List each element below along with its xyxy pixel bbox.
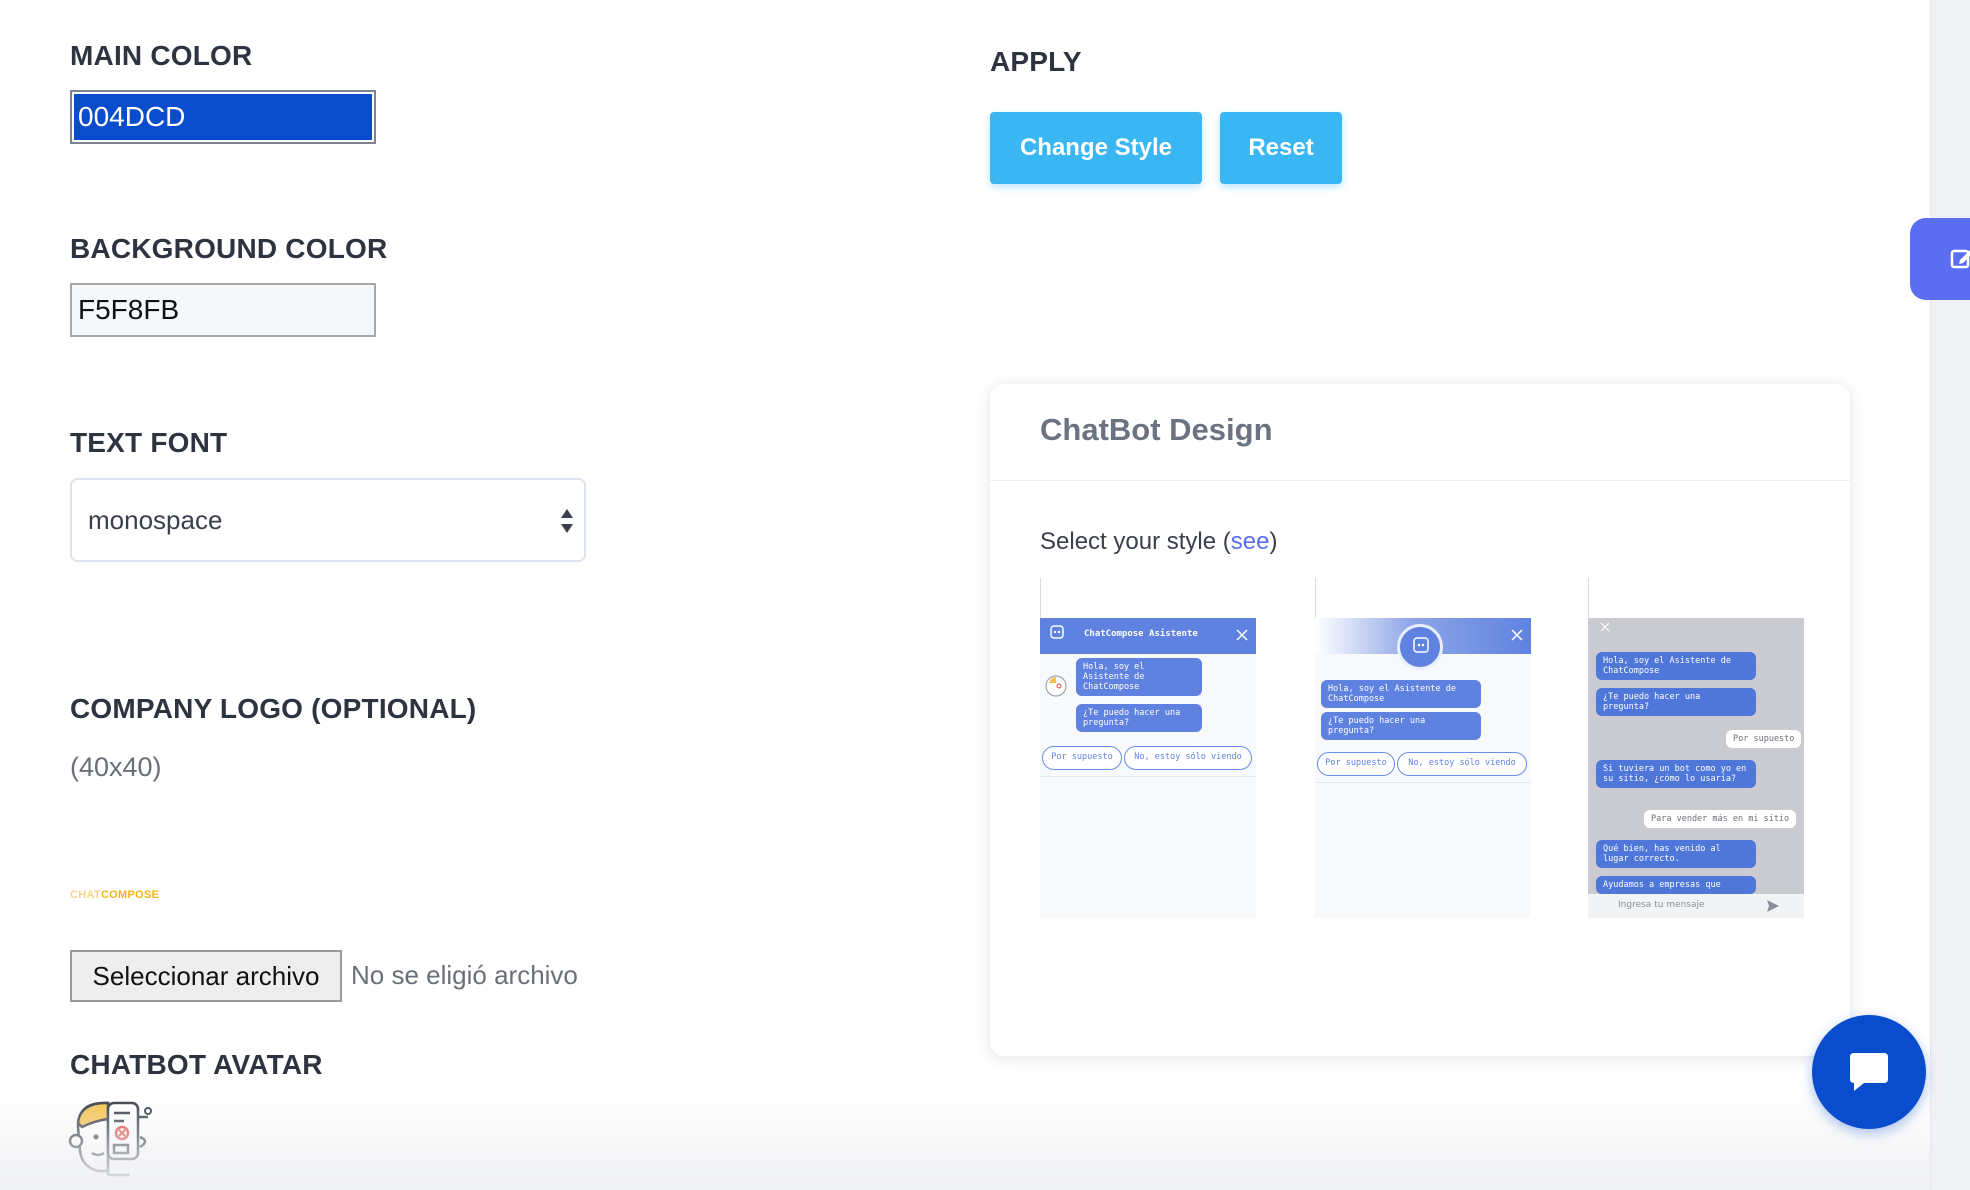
style-settings-page: MAIN COLOR 004DCD BACKGROUND COLOR F5F8F…: [0, 0, 1970, 1190]
preview-bot-message: Si tuviera un bot como yo en su sitio, ¿…: [1596, 760, 1756, 788]
page-scrollbar-gutter: [1930, 0, 1970, 1190]
main-color-input[interactable]: 004DCD: [70, 90, 376, 144]
select-style-prefix: Select your style (: [1040, 528, 1231, 555]
preview-bot-message: ¿Te puedo hacer una pregunta?: [1321, 712, 1481, 740]
close-icon: [1236, 629, 1248, 641]
reset-button[interactable]: Reset: [1220, 112, 1342, 184]
divider: [1588, 578, 1589, 618]
company-logo-label: COMPANY LOGO (OPTIONAL): [70, 693, 477, 724]
preview-avatar: [1397, 624, 1443, 670]
select-style-suffix: ): [1269, 528, 1278, 555]
chatbot-avatar-label: CHATBOT AVATAR: [70, 1049, 323, 1080]
preview-input-bar: Ingresa tu mensaje: [1588, 894, 1804, 918]
style-option-1[interactable]: ChatCompose Asistente Hola, soy el Asist…: [1040, 578, 1256, 918]
apply-label: APPLY: [990, 46, 1082, 77]
choose-file-button[interactable]: Seleccionar archivo: [70, 950, 342, 1002]
style-option-3[interactable]: Hola, soy el Asistente de ChatCompose ¿T…: [1588, 578, 1804, 918]
see-link[interactable]: see: [1231, 528, 1270, 555]
change-style-button[interactable]: Change Style: [990, 112, 1202, 184]
robot-avatar-icon: [1050, 625, 1064, 639]
card-title: ChatBot Design: [1040, 412, 1273, 447]
divider: [1040, 776, 1256, 777]
text-font-value: monospace: [88, 505, 223, 535]
chat-bubble-icon: [1850, 1053, 1888, 1091]
preview-chip: No, estoy sólo viendo: [1397, 752, 1527, 776]
main-color-label: MAIN COLOR: [70, 40, 253, 71]
robot-avatar-icon: [1413, 637, 1429, 653]
file-status-text: No se eligió archivo: [351, 960, 578, 990]
bottom-shade: [0, 1090, 1930, 1190]
style-preview-3: Hola, soy el Asistente de ChatCompose ¿T…: [1588, 618, 1804, 918]
preview-bot-message: Hola, soy el Asistente de ChatCompose: [1596, 652, 1756, 680]
divider: [1040, 578, 1041, 618]
preview-chip: Por supuesto: [1042, 746, 1122, 770]
preview-chip: No, estoy sólo viendo: [1124, 746, 1252, 770]
preview-bot-message: Hola, soy el Asistente de ChatCompose: [1076, 658, 1202, 696]
chatbot-design-card: ChatBot Design Select your style (see) C…: [990, 384, 1850, 1056]
divider: [1315, 578, 1316, 618]
logo-text-chat: CHAT: [70, 889, 101, 901]
preview-chip: Por supuesto: [1317, 752, 1395, 776]
preview-bot-message: ¿Te puedo hacer una pregunta?: [1076, 704, 1202, 732]
select-style-text: Select your style (see): [1040, 528, 1277, 556]
preview-bot-message: Ayudamos a empresas que: [1596, 876, 1756, 894]
divider: [1315, 782, 1531, 783]
close-icon: [1511, 629, 1523, 641]
preview-user-message: Por supuesto: [1726, 730, 1802, 748]
preview-header-title: ChatCompose Asistente: [1084, 629, 1198, 639]
preview-user-message: Para vender más en mi sitio: [1644, 810, 1797, 828]
chat-launcher-button[interactable]: [1812, 1015, 1926, 1129]
logo-text-compose: COMPOSE: [100, 889, 160, 901]
style-option-2[interactable]: Hola, soy el Asistente de ChatCompose ¿T…: [1315, 578, 1531, 918]
side-edit-tab[interactable]: [1910, 218, 1970, 300]
preview-bot-message: Qué bien, has venido al lugar correcto.: [1596, 840, 1756, 868]
preview-input-placeholder: Ingresa tu mensaje: [1618, 900, 1705, 910]
text-font-label: TEXT FONT: [70, 427, 228, 458]
card-divider: [990, 480, 1850, 481]
style-preview-2: Hola, soy el Asistente de ChatCompose ¿T…: [1315, 618, 1531, 918]
text-font-select[interactable]: monospace: [70, 478, 586, 562]
preview-bot-message: ¿Te puedo hacer una pregunta?: [1596, 688, 1756, 716]
background-color-label: BACKGROUND COLOR: [70, 233, 388, 264]
company-logo-preview: CHATCOMPOSE: [70, 889, 159, 901]
send-icon: [1767, 900, 1779, 912]
logo-size-note: (40x40): [70, 752, 162, 782]
background-color-input[interactable]: F5F8FB: [70, 283, 376, 337]
edit-icon: [1950, 249, 1970, 269]
preview-bot-message: Hola, soy el Asistente de ChatCompose: [1321, 680, 1481, 708]
select-arrows-icon: [561, 509, 573, 533]
close-icon: [1600, 622, 1610, 632]
style-preview-1: ChatCompose Asistente Hola, soy el Asist…: [1040, 618, 1256, 918]
robot-avatar-icon: [1045, 675, 1067, 697]
